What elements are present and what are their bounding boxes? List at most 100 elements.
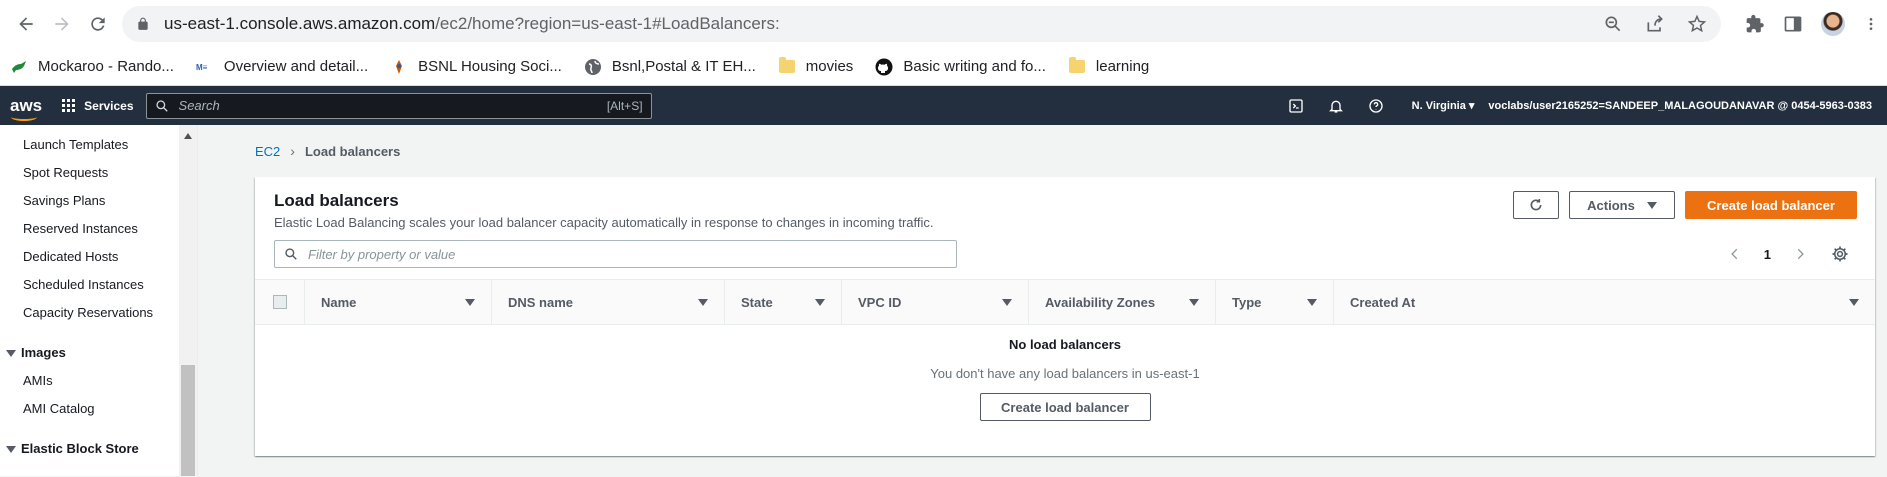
column-header-state[interactable]: State	[725, 280, 842, 324]
select-all-checkbox[interactable]	[272, 295, 287, 309]
back-button[interactable]	[8, 6, 44, 42]
browser-menu-icon[interactable]	[1863, 14, 1879, 34]
back-arrow-icon	[19, 17, 33, 31]
aws-logo[interactable]: aws	[10, 97, 42, 121]
zoom-icon[interactable]	[1603, 14, 1623, 34]
breadcrumb-current: Load balancers	[304, 143, 401, 159]
empty-state: No load balancers You don't have any loa…	[255, 325, 1875, 421]
site-icon	[390, 58, 408, 76]
aws-search-input[interactable]: Search [Alt+S]	[145, 92, 652, 119]
url-text: us-east-1.console.aws.amazon.com/ec2/hom…	[164, 14, 780, 33]
browser-toolbar: us-east-1.console.aws.amazon.com/ec2/hom…	[0, 0, 1887, 48]
pagination: 1	[1728, 247, 1807, 262]
column-header-dns-name[interactable]: DNS name	[492, 280, 725, 324]
column-header-availability-zones[interactable]: Availability Zones	[1029, 280, 1216, 324]
sidebar-section-elastic-block-store[interactable]: Elastic Block Store	[0, 435, 197, 463]
sort-icon	[1189, 298, 1199, 306]
column-header-name[interactable]: Name	[305, 280, 492, 324]
site-icon: M≡	[196, 58, 214, 76]
address-bar[interactable]: us-east-1.console.aws.amazon.com/ec2/hom…	[122, 6, 1721, 42]
sidebar-item-savings-plans[interactable]: Savings Plans	[0, 187, 197, 215]
grid-icon	[62, 98, 76, 113]
caret-down-icon	[1646, 201, 1657, 209]
bookmark-item[interactable]: BSNL Housing Soci...	[390, 58, 562, 76]
reload-button[interactable]	[80, 6, 116, 42]
notifications-bell-icon[interactable]	[1328, 98, 1344, 114]
sort-icon	[1002, 298, 1012, 306]
page-number[interactable]: 1	[1764, 247, 1771, 262]
sidebar-item-ami-catalog[interactable]: AMI Catalog	[0, 395, 197, 423]
create-load-balancer-empty-button[interactable]: Create load balancer	[979, 393, 1151, 421]
chevron-right-icon: ›	[290, 143, 295, 159]
share-icon[interactable]	[1645, 14, 1665, 34]
help-icon[interactable]	[1368, 98, 1384, 114]
column-header-created-at[interactable]: Created At	[1334, 280, 1875, 324]
forward-arrow-icon	[55, 17, 69, 31]
sort-icon	[465, 298, 475, 306]
aws-top-nav: aws Services Search [Alt+S] N. Virginia …	[0, 86, 1887, 125]
bookmark-item[interactable]: M≡ Overview and detail...	[196, 58, 368, 76]
sidebar-item-launch-templates[interactable]: Launch Templates	[0, 131, 197, 159]
extensions-icon[interactable]	[1745, 14, 1765, 34]
folder-icon	[778, 57, 796, 76]
reload-icon	[91, 17, 105, 31]
empty-state-subtitle: You don't have any load balancers in us-…	[930, 366, 1200, 381]
account-menu[interactable]: voclabs/user2165252=SANDEEP_MALAGOUDANAV…	[1488, 100, 1872, 112]
panel-description: Elastic Load Balancing scales your load …	[274, 215, 934, 230]
side-panel-icon[interactable]	[1783, 14, 1803, 34]
sidebar-scrollbar[interactable]	[179, 125, 197, 476]
table-header: Name DNS name State VPC ID Availability …	[255, 279, 1875, 325]
load-balancers-panel: Load balancers Elastic Load Balancing sc…	[255, 177, 1875, 456]
sort-icon	[698, 298, 708, 306]
sort-icon	[1307, 298, 1317, 306]
sidebar-item-capacity-reservations[interactable]: Capacity Reservations	[0, 299, 197, 327]
chevron-right-icon[interactable]	[1793, 247, 1807, 261]
create-load-balancer-button[interactable]: Create load balancer	[1685, 191, 1857, 219]
panel-title: Load balancers	[274, 191, 399, 210]
column-header-type[interactable]: Type	[1216, 280, 1334, 324]
sidebar-item-dedicated-hosts[interactable]: Dedicated Hosts	[0, 243, 197, 271]
profile-avatar[interactable]	[1821, 12, 1845, 36]
lock-icon	[138, 17, 148, 30]
sort-icon	[815, 298, 825, 306]
ec2-sidebar: Launch Templates Spot Requests Savings P…	[0, 125, 198, 476]
refresh-icon	[1530, 199, 1542, 211]
breadcrumb-ec2-link[interactable]: EC2	[255, 144, 280, 159]
empty-state-title: No load balancers	[1009, 337, 1121, 352]
filter-input[interactable]: Filter by property or value	[274, 240, 957, 268]
bookmark-item[interactable]: Mockaroo - Rando...	[10, 58, 174, 76]
bookmark-folder[interactable]: movies	[778, 57, 853, 76]
bookmark-folder[interactable]: learning	[1068, 57, 1149, 76]
sidebar-item-spot-requests[interactable]: Spot Requests	[0, 159, 197, 187]
region-selector[interactable]: N. Virginia ▾	[1412, 99, 1475, 112]
svg-text:M≡: M≡	[196, 63, 208, 72]
scroll-thumb[interactable]	[181, 365, 195, 476]
gear-icon[interactable]	[1831, 245, 1849, 263]
sidebar-section-images[interactable]: Images	[0, 339, 197, 367]
refresh-button[interactable]	[1513, 191, 1559, 219]
column-header-vpc-id[interactable]: VPC ID	[842, 280, 1029, 324]
sidebar-item-reserved-instances[interactable]: Reserved Instances	[0, 215, 197, 243]
scroll-up-icon[interactable]	[184, 133, 192, 139]
mockaroo-icon	[10, 58, 28, 76]
chevron-left-icon[interactable]	[1728, 247, 1742, 261]
sidebar-item-amis[interactable]: AMIs	[0, 367, 197, 395]
actions-dropdown[interactable]: Actions	[1569, 191, 1675, 219]
sidebar-item-scheduled-instances[interactable]: Scheduled Instances	[0, 271, 197, 299]
cloudshell-icon[interactable]	[1288, 98, 1304, 114]
search-icon	[285, 248, 297, 260]
globe-icon	[584, 58, 602, 76]
bookmarks-bar: Mockaroo - Rando... M≡ Overview and deta…	[0, 48, 1887, 86]
github-icon	[875, 58, 893, 76]
select-all-checkbox-cell	[255, 280, 305, 324]
caret-down-icon	[6, 445, 16, 453]
bookmark-item[interactable]: Basic writing and fo...	[875, 58, 1046, 76]
breadcrumb: EC2 › Load balancers	[255, 125, 1875, 177]
services-menu[interactable]: Services	[62, 98, 134, 113]
main-content: EC2 › Load balancers Load balancers Elas…	[198, 125, 1887, 476]
bookmark-star-icon[interactable]	[1687, 14, 1707, 34]
forward-button[interactable]	[44, 6, 80, 42]
search-icon	[155, 99, 168, 112]
caret-down-icon	[6, 349, 16, 357]
bookmark-item[interactable]: Bsnl,Postal & IT EH...	[584, 58, 756, 76]
